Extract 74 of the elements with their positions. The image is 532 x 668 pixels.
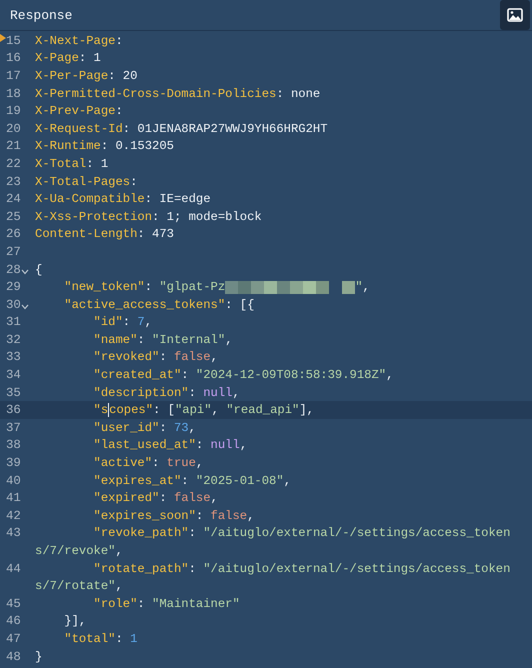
code-line: X-Xss-Protection: 1; mode=block [35, 210, 262, 224]
code-line: "user_id": 73, [92, 420, 196, 435]
code-line: "expired": false, [92, 491, 218, 506]
line-number: 42 [6, 508, 21, 523]
code-line: X-Permitted-Cross-Domain-Policies: none [35, 86, 320, 101]
line-number: 31 [6, 315, 21, 330]
line-number: 15 [6, 34, 21, 48]
code-line: }], [63, 614, 86, 628]
line-number: 30 [6, 298, 21, 312]
line-number: 33 [6, 350, 21, 364]
line-number: 35 [6, 386, 21, 400]
line-number: 41 [6, 491, 21, 506]
code-line: "created_at": "2024-12-09T08:58:39.918Z", [92, 368, 394, 382]
code-line: "description": null, [92, 386, 240, 400]
line-number: 32 [6, 332, 21, 347]
code-line: X-Request-Id: 01JENA8RAP27WWJ9YH66HRG2HT [35, 122, 328, 136]
line-number: 20 [6, 122, 21, 136]
code-line: { [35, 262, 42, 277]
code-line: "last_used_at": null, [92, 438, 248, 452]
code-line: "active_access_tokens": [{ [63, 298, 254, 312]
line-number: 36 [6, 403, 21, 418]
code-line: "name": "Internal", [92, 332, 233, 347]
line-number: 48 [6, 650, 21, 664]
line-number: 28 [6, 262, 21, 277]
code-line: s/7/revoke", [35, 544, 123, 558]
code-line: Content-Length: 473 [35, 227, 174, 242]
line-number: 40 [6, 474, 21, 488]
line-number: 45 [6, 596, 21, 611]
code-line: "new_token": "glpat-Pz ", [63, 280, 370, 294]
line-number: 44 [6, 562, 21, 576]
line-number: 38 [6, 438, 21, 452]
chevron-down-icon[interactable] [21, 268, 29, 275]
line-number: 34 [6, 368, 21, 382]
line-number: 23 [6, 174, 21, 189]
code-line: "total": 1 [63, 632, 138, 646]
code-line: "expires_at": "2025-01-08", [92, 474, 292, 488]
line-number: 24 [6, 192, 21, 206]
line-number: 47 [6, 632, 21, 646]
line-number: 37 [6, 420, 21, 435]
line-number: 16 [6, 51, 21, 66]
code-line: X-Per-Page: 20 [35, 68, 138, 83]
code-line: "rotate_path": "/aituglo/external/-/settings/access_token [92, 562, 510, 576]
panel-title: Response [10, 8, 72, 22]
line-number: 27 [6, 244, 21, 259]
line-number: 46 [6, 614, 21, 628]
line-number: 21 [6, 139, 21, 154]
image-view-button[interactable] [500, 0, 530, 30]
line-number: 29 [6, 280, 21, 294]
image-icon [507, 8, 523, 22]
line-number: 25 [6, 210, 21, 224]
line-number: 39 [6, 456, 21, 470]
code-line: X-Next-Page: [35, 34, 123, 48]
line-number: 26 [6, 227, 21, 242]
code-line: X-Total: 1 [35, 156, 108, 171]
line-number: 18 [6, 86, 21, 101]
code-line: "scopes": ["api", "read_api"], [92, 403, 314, 418]
code-line: "role": "Maintainer" [92, 596, 240, 611]
line-number: 22 [6, 156, 21, 171]
code-line: X-Prev-Page: [35, 104, 123, 118]
code-line: "revoked": false, [92, 350, 218, 364]
code-line: X-Ua-Compatible: IE=edge [35, 192, 211, 206]
code-line: "expires_soon": false, [92, 508, 254, 523]
line-number: 43 [6, 526, 21, 540]
code-line: X-Total-Pages: [35, 174, 138, 189]
line-number: 19 [6, 104, 21, 118]
code-line: } [35, 650, 42, 664]
code-line: "active": true, [92, 456, 204, 470]
chevron-down-icon[interactable] [21, 304, 29, 310]
code-line: X-Page: 1 [35, 51, 101, 66]
code-line: X-Runtime: 0.153205 [35, 139, 174, 154]
code-line: "revoke_path": "/aituglo/external/-/settings/access_token [92, 526, 510, 540]
code-line: s/7/rotate", [35, 579, 123, 594]
code-line: "id": 7, [92, 315, 152, 330]
line-number: 17 [6, 68, 21, 83]
